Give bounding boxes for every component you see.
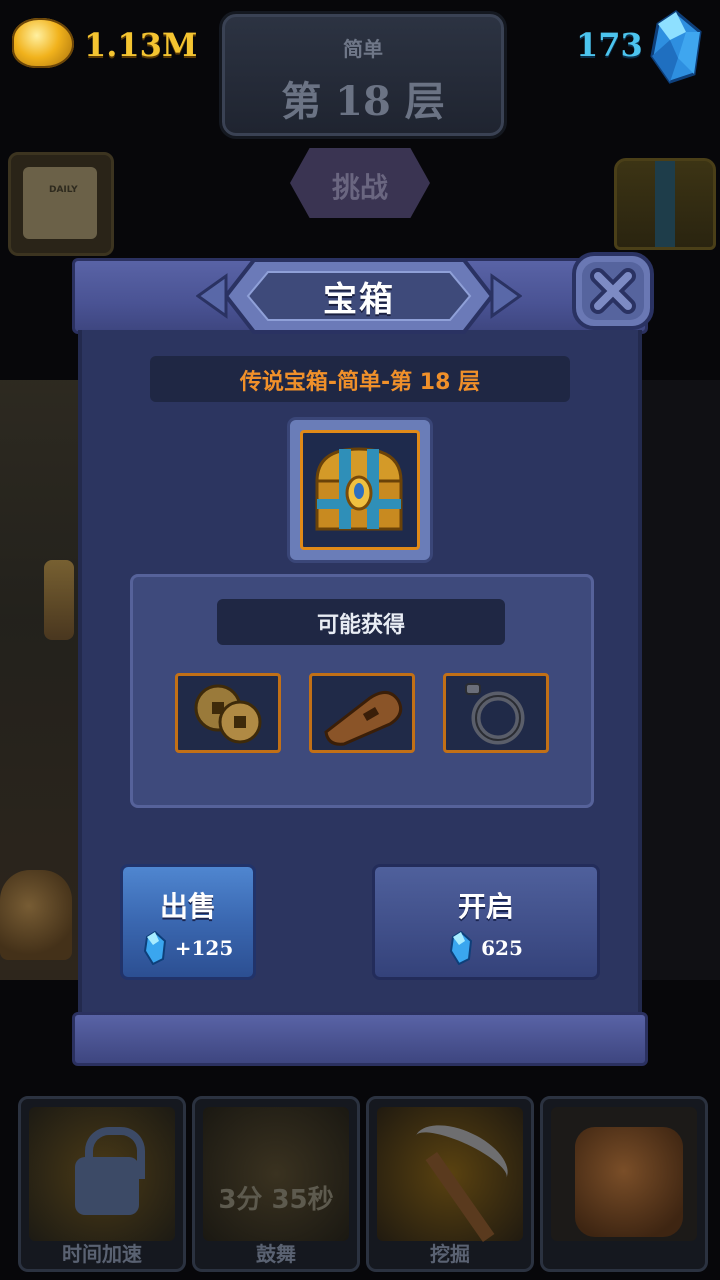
chest-name: 传说宝箱-简单-第 18 层 (239, 370, 481, 395)
reward-item-shackle[interactable] (443, 673, 549, 753)
modal-title: 宝箱 (323, 280, 395, 320)
open-label: 开启 (457, 890, 514, 923)
gem-icon (143, 931, 166, 965)
gem-icon (450, 931, 473, 965)
reward-item-coins[interactable] (175, 673, 281, 753)
shackle-icon (465, 683, 525, 745)
sell-label: 出售 (159, 890, 216, 923)
rewards-header: 可能获得 (217, 599, 505, 645)
open-price: 625 (481, 936, 523, 960)
rewards-header-text: 可能获得 (316, 613, 405, 638)
sell-price: +125 (174, 936, 234, 960)
possible-rewards-panel: 可能获得 (130, 574, 594, 808)
modal-footer-bar (72, 1012, 648, 1066)
chest-dialog: 宝箱 传说宝箱-简单-第 18 层 可能获得 出售 +125 开启 625 (72, 252, 654, 1066)
reward-item-whistle[interactable] (309, 673, 415, 753)
sell-price-row: +125 (123, 931, 253, 965)
title-banner: 宝箱 (196, 250, 522, 342)
coins-icon (194, 684, 262, 744)
chest-preview (290, 420, 430, 560)
chest-slot (300, 430, 420, 550)
whistle-icon (324, 691, 403, 746)
open-price-row: 625 (375, 931, 597, 965)
sell-button[interactable]: 出售 +125 (120, 864, 256, 980)
close-icon (572, 252, 654, 330)
chest-name-bar: 传说宝箱-简单-第 18 层 (150, 356, 570, 402)
close-button[interactable] (568, 248, 658, 334)
legendary-chest-icon (315, 447, 403, 531)
open-button[interactable]: 开启 625 (372, 864, 600, 980)
